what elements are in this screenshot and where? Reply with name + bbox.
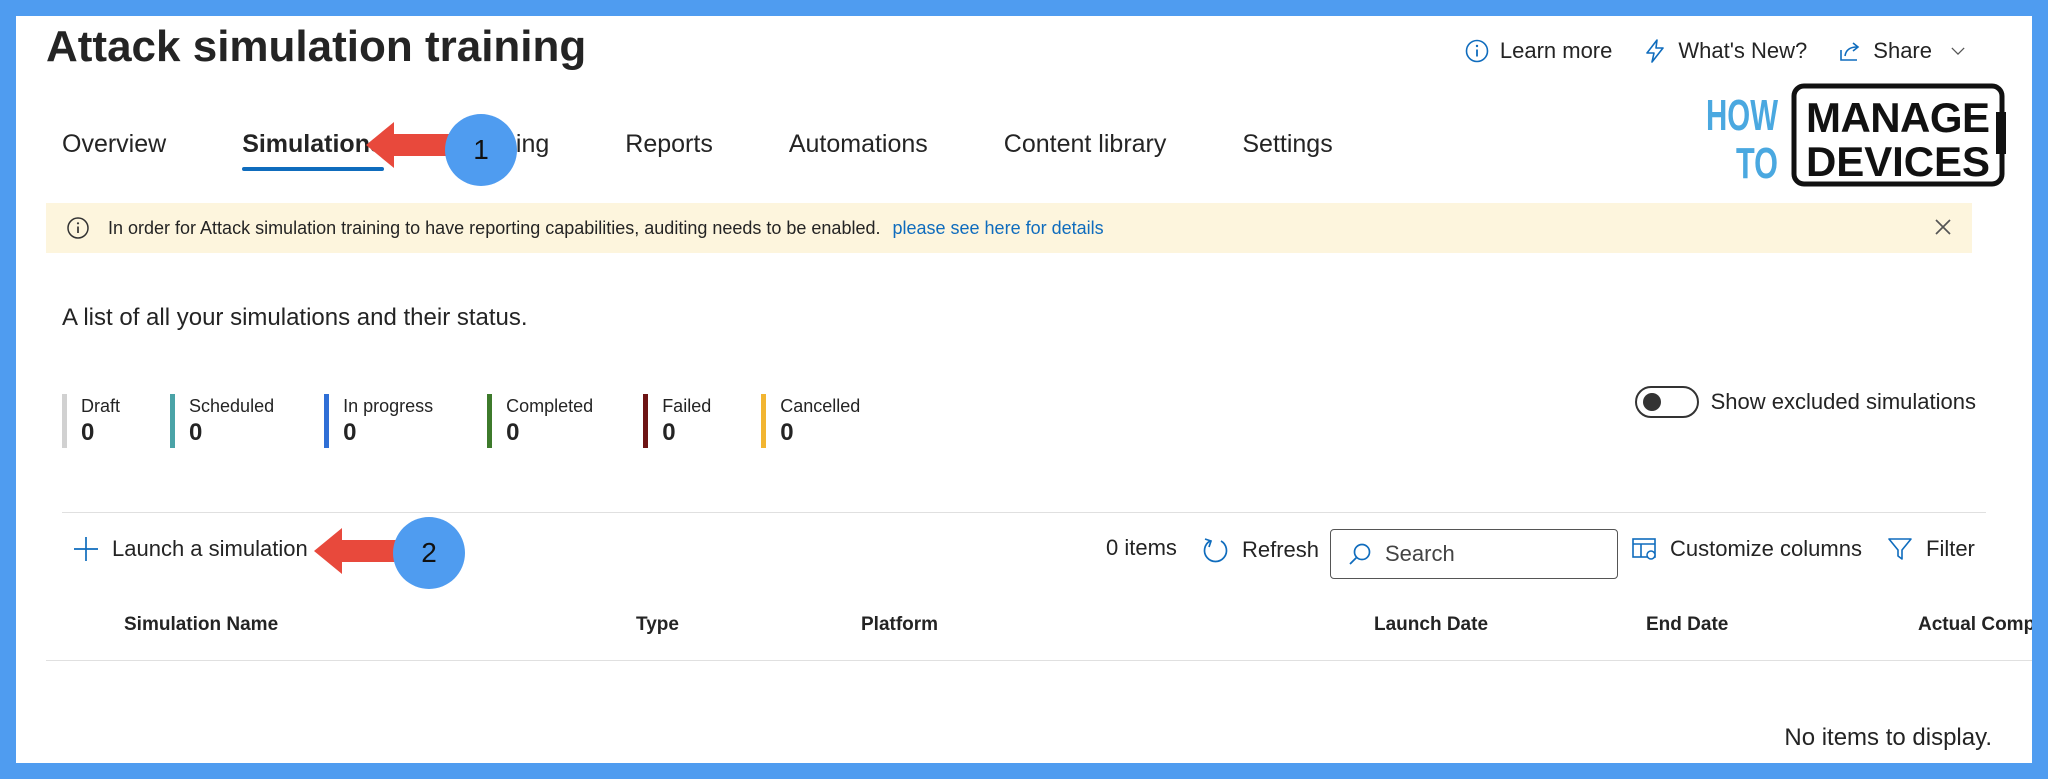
annotation-badge-2: 2 [393, 517, 465, 589]
stat-value: 0 [343, 419, 357, 446]
stat-label: Draft [81, 396, 121, 416]
table-header-divider [46, 660, 2032, 661]
filter-label: Filter [1926, 536, 1975, 561]
stat-value: 0 [662, 419, 676, 446]
toggle-knob [1642, 393, 1661, 411]
status-color-bar [324, 394, 330, 448]
stat-value: 0 [81, 419, 95, 446]
stat-label: Cancelled [780, 396, 861, 416]
column-header-type[interactable]: Type [636, 614, 679, 636]
annotation-badge-1: 1 [445, 114, 517, 186]
stat-value: 0 [189, 419, 203, 446]
status-color-bar [643, 394, 649, 448]
banner-message: In order for Attack simulation training … [108, 217, 881, 238]
status-color-bar [761, 394, 767, 448]
info-icon [67, 217, 89, 239]
lightning-icon [1646, 39, 1665, 63]
stat-in-progress: In progress 0 [324, 394, 433, 448]
whats-new-label: What's New? [1678, 38, 1808, 63]
stat-failed: Failed 0 [643, 394, 711, 448]
customize-columns-label: Customize columns [1670, 536, 1862, 561]
howtomanagedevices-logo: HOW TO MANAGE DEVICES [1702, 82, 2008, 188]
stat-label: Completed [506, 396, 594, 416]
logo-to: TO [1736, 139, 1778, 188]
close-icon[interactable] [1932, 216, 1954, 238]
search-placeholder: Search [1385, 541, 1455, 566]
learn-more-label: Learn more [1499, 38, 1613, 63]
stat-cancelled: Cancelled 0 [761, 394, 860, 448]
filter-button[interactable]: Filter [1886, 535, 1975, 563]
search-input[interactable]: Search [1330, 529, 1618, 579]
page-subtitle: A list of all your simulations and their… [62, 304, 528, 331]
share-label: Share [1873, 38, 1932, 63]
stat-scheduled: Scheduled 0 [170, 394, 274, 448]
customize-columns-icon [1632, 538, 1656, 560]
status-summary: Draft 0 Scheduled 0 In progress 0 Completed… [62, 394, 910, 448]
stat-value: 0 [780, 419, 794, 446]
status-color-bar [62, 394, 67, 448]
launch-simulation-button[interactable]: Launch a simulation [72, 535, 308, 563]
launch-simulation-label: Launch a simulation [112, 536, 308, 561]
filter-icon [1888, 538, 1912, 560]
stat-completed: Completed 0 [487, 394, 593, 448]
toggle-switch[interactable] [1634, 386, 1699, 418]
toggle-label: Show excluded simulations [1710, 389, 1976, 414]
refresh-label: Refresh [1242, 537, 1320, 562]
column-header-actual-completion[interactable]: Actual Compr [1918, 614, 2043, 636]
share-icon [1840, 42, 1860, 61]
stat-label: In progress [343, 396, 434, 416]
status-color-bar [170, 394, 176, 448]
tab-bar: Overview Simulations Training Reports Au… [46, 126, 1393, 171]
info-icon [1465, 39, 1489, 63]
column-header-simulation-name[interactable]: Simulation Name [124, 614, 278, 636]
plus-icon [74, 537, 98, 561]
customize-columns-button[interactable]: Customize columns [1630, 535, 1862, 563]
tab-automations[interactable]: Automations [773, 126, 944, 171]
whats-new-link[interactable]: What's New? [1642, 38, 1807, 64]
stat-draft: Draft 0 [62, 394, 120, 448]
chevron-down-icon [1951, 47, 1965, 55]
logo-how: HOW [1706, 91, 1778, 140]
logo-devices: DEVICES [1806, 138, 1990, 185]
logo-manage: MANAGE [1806, 94, 1990, 141]
column-header-end-date[interactable]: End Date [1646, 614, 1728, 636]
audit-warning-banner: In order for Attack simulation training … [46, 203, 1972, 253]
items-count: 0 items [1106, 535, 1177, 560]
stat-label: Failed [662, 396, 712, 416]
learn-more-link[interactable]: Learn more [1464, 38, 1613, 64]
status-color-bar [487, 394, 493, 448]
tab-overview[interactable]: Overview [46, 126, 182, 171]
header-actions: Learn more What's New? Share [1464, 38, 1968, 64]
show-excluded-toggle[interactable]: Show excluded simulations [1634, 386, 1976, 418]
stat-value: 0 [506, 419, 520, 446]
share-button[interactable]: Share [1837, 38, 1968, 64]
column-header-launch-date[interactable]: Launch Date [1374, 614, 1488, 636]
section-divider [62, 512, 1986, 513]
refresh-icon [1203, 538, 1228, 563]
column-header-platform[interactable]: Platform [861, 614, 938, 636]
tab-reports[interactable]: Reports [609, 126, 729, 171]
page-title: Attack simulation training [46, 22, 587, 71]
banner-details-link[interactable]: please see here for details [892, 218, 1103, 239]
refresh-button[interactable]: Refresh [1200, 535, 1319, 565]
tab-content-library[interactable]: Content library [988, 126, 1183, 171]
tab-settings[interactable]: Settings [1226, 126, 1348, 171]
stat-label: Scheduled [189, 396, 275, 416]
empty-state-message: No items to display. [1784, 724, 1992, 751]
search-icon [1349, 543, 1371, 565]
